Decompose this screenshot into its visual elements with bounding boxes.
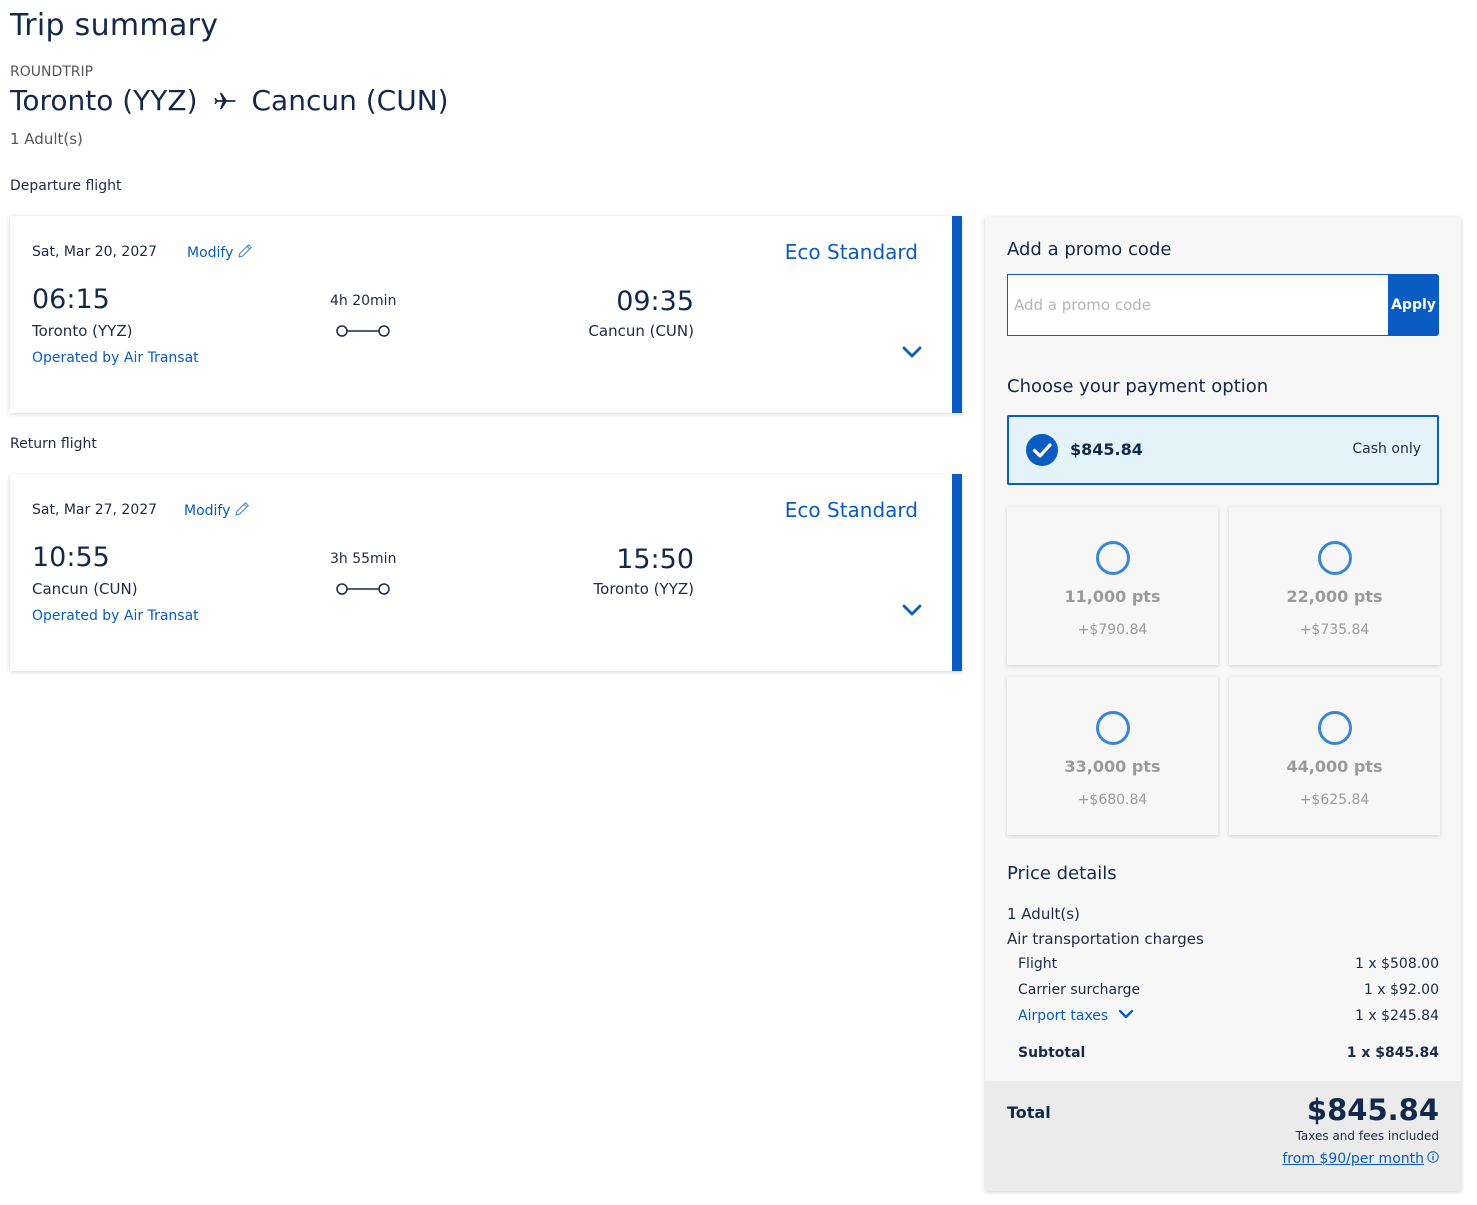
points-option[interactable]: 11,000 pts +$790.84 <box>1007 507 1218 665</box>
price-row-value: 1 x $245.84 <box>1355 1008 1439 1024</box>
trip-type: ROUNDTRIP <box>10 64 94 80</box>
destination-city: Cancun (CUN) <box>251 84 449 117</box>
fare-class: Eco Standard <box>784 240 918 264</box>
return-flight-card: Sat, Mar 27, 2027 Modify Eco Standard 10… <box>10 474 962 671</box>
passenger-count: 1 Adult(s) <box>10 130 83 148</box>
price-row-carrier-surcharge: Carrier surcharge 1 x $92.00 <box>1018 982 1439 1004</box>
total-label: Total <box>1007 1103 1051 1122</box>
arrival-city: Toronto (YYZ) <box>593 580 694 598</box>
price-row-value: 1 x $92.00 <box>1363 982 1439 998</box>
direct-flight-line-icon <box>335 323 391 342</box>
chevron-down-icon[interactable] <box>902 344 922 363</box>
summary-sidebar: Add a promo code Apply Choose your payme… <box>985 217 1461 1191</box>
cash-payment-option[interactable]: $845.84 Cash only <box>1007 415 1439 485</box>
taxes-included-note: Taxes and fees included <box>1295 1129 1439 1143</box>
price-passenger-count: 1 Adult(s) <box>1007 905 1080 923</box>
radio-icon <box>1096 711 1130 745</box>
operator-label: Operated by Air Transat <box>32 350 199 366</box>
airplane-icon <box>212 88 238 114</box>
subtotal-label: Subtotal <box>1018 1045 1086 1061</box>
points-cash-value: +$735.84 <box>1299 622 1370 638</box>
price-details-title: Price details <box>1007 863 1117 884</box>
modify-return-button[interactable]: Modify <box>184 501 250 521</box>
origin-city: Toronto (YYZ) <box>10 84 198 117</box>
air-transport-charges-label: Air transportation charges <box>1007 930 1204 948</box>
fare-class: Eco Standard <box>784 498 918 522</box>
monthly-payment-label: from $90/per month <box>1282 1151 1424 1167</box>
price-row-label: Flight <box>1018 956 1058 972</box>
price-row-value: 1 x $508.00 <box>1355 956 1439 972</box>
price-row-label: Carrier surcharge <box>1018 982 1141 998</box>
page-title: Trip summary <box>10 8 219 43</box>
radio-icon <box>1318 711 1352 745</box>
points-option[interactable]: 22,000 pts +$735.84 <box>1229 507 1440 665</box>
points-value: 22,000 pts <box>1286 587 1383 606</box>
points-option[interactable]: 33,000 pts +$680.84 <box>1007 677 1218 835</box>
points-value: 33,000 pts <box>1064 757 1161 776</box>
info-icon <box>1427 1151 1439 1167</box>
departure-city: Cancun (CUN) <box>32 580 138 598</box>
price-row-subtotal: Subtotal 1 x $845.84 <box>1018 1045 1439 1067</box>
points-cash-value: +$680.84 <box>1077 792 1148 808</box>
chevron-down-icon <box>1118 1008 1134 1024</box>
points-cash-value: +$625.84 <box>1299 792 1370 808</box>
check-circle-icon <box>1025 433 1059 471</box>
total-section: Total $845.84 Taxes and fees included fr… <box>985 1081 1461 1191</box>
monthly-payment-link[interactable]: from $90/per month <box>1282 1151 1439 1167</box>
arrival-city: Cancun (CUN) <box>588 322 694 340</box>
cash-only-label: Cash only <box>1352 441 1421 457</box>
points-cash-value: +$790.84 <box>1077 622 1148 638</box>
arrival-time: 15:50 <box>616 544 694 575</box>
total-amount: $845.84 <box>1306 1093 1439 1127</box>
price-row-label: Airport taxes <box>1018 1008 1109 1024</box>
arrival-time: 09:35 <box>616 286 694 317</box>
points-value: 11,000 pts <box>1064 587 1161 606</box>
cash-amount: $845.84 <box>1070 440 1143 459</box>
operator-label: Operated by Air Transat <box>32 608 199 624</box>
pencil-icon <box>237 243 253 263</box>
pencil-icon <box>234 501 250 521</box>
chevron-down-icon[interactable] <box>902 602 922 621</box>
price-row-flight: Flight 1 x $508.00 <box>1018 956 1439 978</box>
flight-date: Sat, Mar 27, 2027 <box>32 502 158 518</box>
modify-label: Modify <box>187 245 234 261</box>
payment-option-title: Choose your payment option <box>1007 376 1269 397</box>
promo-code-input[interactable] <box>1007 274 1388 336</box>
points-value: 44,000 pts <box>1286 757 1383 776</box>
departure-time: 10:55 <box>32 542 110 573</box>
route-heading: Toronto (YYZ) Cancun (CUN) <box>10 84 449 117</box>
departure-city: Toronto (YYZ) <box>32 322 133 340</box>
apply-promo-button[interactable]: Apply <box>1388 274 1439 336</box>
departure-section-label: Departure flight <box>10 178 122 194</box>
flight-duration: 4h 20min <box>330 293 397 309</box>
airport-taxes-toggle[interactable]: Airport taxes <box>1018 1008 1134 1024</box>
direct-flight-line-icon <box>335 581 391 600</box>
flight-duration: 3h 55min <box>330 551 397 567</box>
return-section-label: Return flight <box>10 436 97 452</box>
price-row-airport-taxes: Airport taxes 1 x $245.84 <box>1018 1008 1439 1030</box>
radio-icon <box>1096 541 1130 575</box>
modify-departure-button[interactable]: Modify <box>187 243 253 263</box>
departure-flight-card: Sat, Mar 20, 2027 Modify Eco Standard 06… <box>10 216 962 413</box>
promo-title: Add a promo code <box>1007 239 1172 260</box>
radio-icon <box>1318 541 1352 575</box>
flight-date: Sat, Mar 20, 2027 <box>32 244 158 260</box>
subtotal-value: 1 x $845.84 <box>1346 1045 1439 1061</box>
departure-time: 06:15 <box>32 284 110 315</box>
modify-label: Modify <box>184 503 231 519</box>
points-option[interactable]: 44,000 pts +$625.84 <box>1229 677 1440 835</box>
